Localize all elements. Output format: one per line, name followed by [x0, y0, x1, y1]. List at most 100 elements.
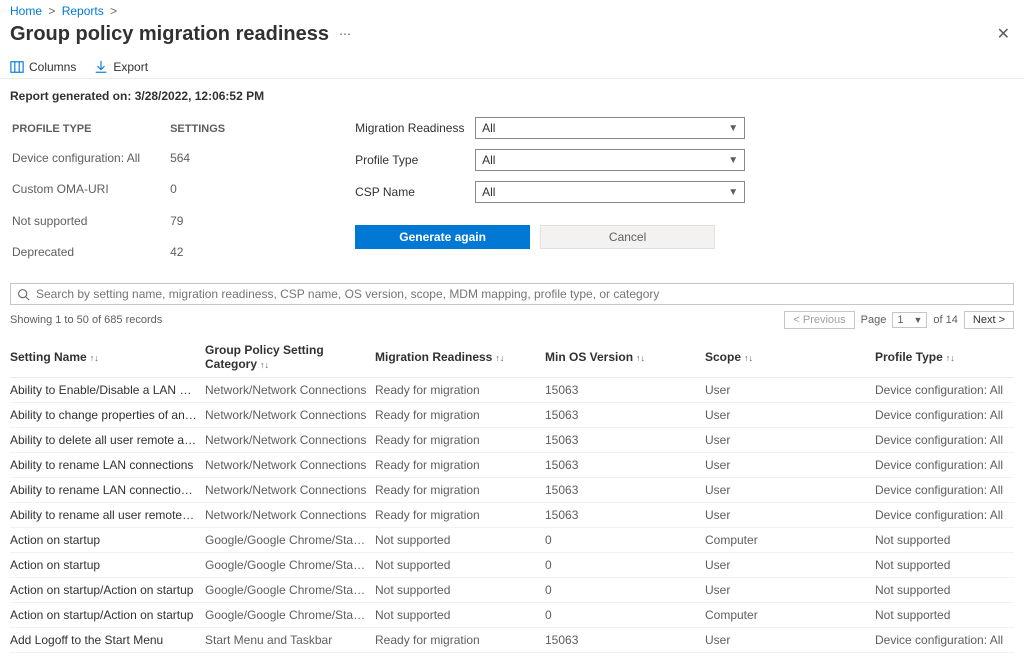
filter-csp-name-value: All [482, 185, 495, 199]
page-select[interactable]: 1 ▼ [892, 312, 927, 328]
cell-setting-name: Ability to delete all user remote access… [10, 428, 205, 453]
summary-row: Custom OMA-URI0 [12, 175, 253, 205]
cell-category: Network/Network Connections [205, 428, 375, 453]
cell-setting-name: Ability to rename all user remote access… [10, 503, 205, 528]
generate-again-button[interactable]: Generate again [355, 225, 530, 249]
summary-label: Not supported [12, 206, 168, 236]
filter-profile-type-select[interactable]: All ▼ [475, 149, 745, 171]
table-row[interactable]: Ability to rename LAN connectionsNetwork… [10, 453, 1014, 478]
sort-icon: ↑↓ [90, 353, 99, 363]
cell-profile-type: Device configuration: All [875, 478, 1014, 503]
cell-scope: User [705, 578, 875, 603]
cell-scope: User [705, 478, 875, 503]
summary-label: Custom OMA-URI [12, 175, 168, 205]
page-label: Page [861, 314, 887, 326]
cell-setting-name: Ability to rename LAN connections or rem… [10, 478, 205, 503]
filter-csp-name-select[interactable]: All ▼ [475, 181, 745, 203]
cell-profile-type: Device configuration: All [875, 503, 1014, 528]
page-title: Group policy migration readiness [10, 23, 329, 46]
generated-label: Report generated on: [10, 89, 131, 103]
cell-scope: User [705, 428, 875, 453]
cell-profile-type: Device configuration: All [875, 628, 1014, 653]
cell-profile-type: Not supported [875, 603, 1014, 628]
cell-min-os: 15063 [545, 478, 705, 503]
breadcrumb-reports[interactable]: Reports [62, 4, 104, 18]
summary-label: Device configuration: All [12, 143, 168, 173]
cell-setting-name: Action on startup/Action on startup [10, 603, 205, 628]
sort-icon: ↑↓ [636, 353, 645, 363]
filter-profile-type-value: All [482, 153, 495, 167]
filter-migration-select[interactable]: All ▼ [475, 117, 745, 139]
col-setting-name[interactable]: Setting Name↑↓ [10, 337, 205, 378]
sort-icon: ↑↓ [260, 360, 269, 370]
page-header: Group policy migration readiness ⋯ ✕ [0, 20, 1024, 56]
previous-button[interactable]: < Previous [784, 311, 854, 329]
chevron-down-icon: ▼ [914, 315, 923, 325]
cell-migration: Ready for migration [375, 478, 545, 503]
page-value: 1 [897, 314, 903, 326]
search-icon [17, 288, 30, 301]
export-label: Export [113, 60, 148, 74]
page-of-label: of 14 [933, 314, 957, 326]
cell-migration: Ready for migration [375, 503, 545, 528]
sort-icon: ↑↓ [495, 353, 504, 363]
cancel-button[interactable]: Cancel [540, 225, 715, 249]
cell-scope: User [705, 453, 875, 478]
more-options-button[interactable]: ⋯ [339, 27, 352, 41]
col-migration[interactable]: Migration Readiness↑↓ [375, 337, 545, 378]
table-row[interactable]: Action on startupGoogle/Google Chrome/St… [10, 553, 1014, 578]
search-input[interactable] [36, 287, 1007, 301]
table-row[interactable]: Add Logoff to the Start MenuStart Menu a… [10, 628, 1014, 653]
col-scope[interactable]: Scope↑↓ [705, 337, 875, 378]
chevron-down-icon: ▼ [728, 187, 738, 198]
cell-migration: Ready for migration [375, 453, 545, 478]
cell-category: Network/Network Connections [205, 478, 375, 503]
cell-migration: Not supported [375, 578, 545, 603]
filter-migration-value: All [482, 121, 495, 135]
cell-category: Network/Network Connections [205, 403, 375, 428]
col-min-os[interactable]: Min OS Version↑↓ [545, 337, 705, 378]
summary-row: Device configuration: All564 [12, 143, 253, 173]
summary-value: 0 [170, 175, 253, 205]
close-button[interactable]: ✕ [993, 20, 1014, 48]
table-row[interactable]: Ability to rename all user remote access… [10, 503, 1014, 528]
col-profile-type[interactable]: Profile Type↑↓ [875, 337, 1014, 378]
breadcrumb: Home > Reports > [0, 0, 1024, 20]
cell-profile-type: Device configuration: All [875, 403, 1014, 428]
table-row[interactable]: Ability to delete all user remote access… [10, 428, 1014, 453]
cell-min-os: 15063 [545, 503, 705, 528]
cell-scope: User [705, 503, 875, 528]
table-row[interactable]: Ability to change properties of an all u… [10, 403, 1014, 428]
results-table: Setting Name↑↓ Group Policy Setting Cate… [10, 337, 1014, 653]
chevron-right-icon: > [110, 4, 117, 18]
search-box[interactable] [10, 283, 1014, 305]
summary-table: PROFILE TYPE SETTINGS Device configurati… [10, 117, 255, 269]
cell-min-os: 15063 [545, 628, 705, 653]
cell-scope: User [705, 628, 875, 653]
cell-category: Network/Network Connections [205, 453, 375, 478]
summary-row: Deprecated42 [12, 238, 253, 268]
download-icon [94, 60, 108, 74]
cell-setting-name: Ability to Enable/Disable a LAN connecti… [10, 378, 205, 403]
table-row[interactable]: Ability to rename LAN connections or rem… [10, 478, 1014, 503]
table-row[interactable]: Ability to Enable/Disable a LAN connecti… [10, 378, 1014, 403]
cell-migration: Ready for migration [375, 628, 545, 653]
columns-icon [10, 60, 24, 74]
cell-category: Google/Google Chrome/Startup pages [205, 553, 375, 578]
next-button[interactable]: Next > [964, 311, 1014, 329]
cell-scope: User [705, 378, 875, 403]
export-button[interactable]: Export [94, 60, 148, 74]
chevron-down-icon: ▼ [728, 123, 738, 134]
col-category[interactable]: Group Policy Setting Category↑↓ [205, 337, 375, 378]
columns-label: Columns [29, 60, 76, 74]
cell-min-os: 0 [545, 578, 705, 603]
columns-button[interactable]: Columns [10, 60, 76, 74]
table-row[interactable]: Action on startup/Action on startupGoogl… [10, 578, 1014, 603]
cell-profile-type: Device configuration: All [875, 428, 1014, 453]
table-row[interactable]: Action on startup/Action on startupGoogl… [10, 603, 1014, 628]
cell-migration: Ready for migration [375, 378, 545, 403]
breadcrumb-home[interactable]: Home [10, 4, 42, 18]
cell-category: Network/Network Connections [205, 378, 375, 403]
sort-icon: ↑↓ [744, 353, 753, 363]
cell-min-os: 15063 [545, 403, 705, 428]
